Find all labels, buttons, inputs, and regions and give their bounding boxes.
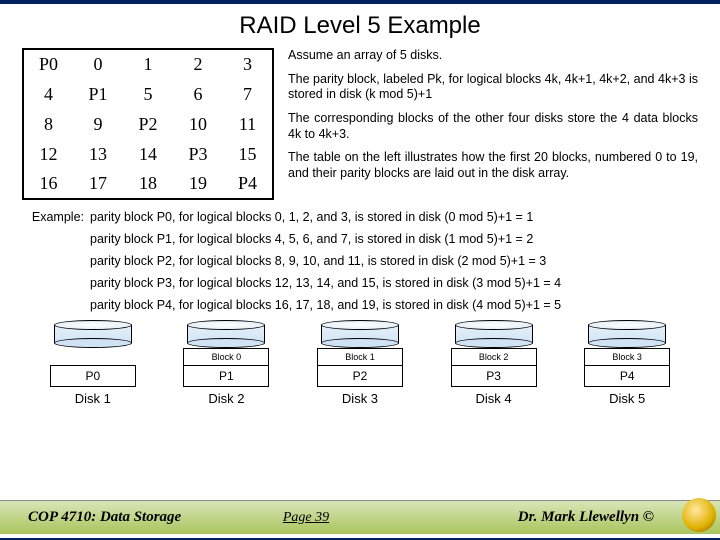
parity-box: P1 xyxy=(183,365,269,387)
parity-box: P3 xyxy=(451,365,537,387)
disk-column: Block 2 P3 Disk 4 xyxy=(451,320,537,406)
cell: 0 xyxy=(73,49,123,79)
disk-label: Disk 3 xyxy=(342,391,378,406)
cell: P3 xyxy=(173,139,223,169)
example-line: parity block P1, for logical blocks 4, 5… xyxy=(90,232,698,246)
example-line: parity block P4, for logical blocks 16, … xyxy=(90,298,698,312)
footer-page: Page 39 xyxy=(283,510,329,526)
cell: 14 xyxy=(123,139,173,169)
block-box: Block 1 xyxy=(317,348,403,366)
block-box: Block 2 xyxy=(451,348,537,366)
parity-box: P0 xyxy=(50,365,136,387)
cylinder-icon xyxy=(54,320,132,348)
cell: 17 xyxy=(73,169,123,199)
parity-box: P4 xyxy=(584,365,670,387)
desc-p3: The corresponding blocks of the other fo… xyxy=(288,111,698,142)
ucf-logo-icon xyxy=(682,498,716,532)
example-line: parity block P3, for logical blocks 12, … xyxy=(90,276,698,290)
cell: 3 xyxy=(223,49,273,79)
cylinder-icon xyxy=(321,320,399,348)
block-box: Block 0 xyxy=(183,348,269,366)
cell: 2 xyxy=(173,49,223,79)
parity-box: P2 xyxy=(317,365,403,387)
example-line: parity block P2, for logical blocks 8, 9… xyxy=(90,254,698,268)
example-line: parity block P0, for logical blocks 0, 1… xyxy=(90,210,698,224)
description-block: Assume an array of 5 disks. The parity b… xyxy=(288,48,698,200)
cell: 4 xyxy=(23,79,73,109)
cell: 6 xyxy=(173,79,223,109)
cell: 11 xyxy=(223,109,273,139)
cell: 8 xyxy=(23,109,73,139)
disk-column: P0 Disk 1 xyxy=(50,320,136,406)
slide-title: RAID Level 5 Example xyxy=(0,4,720,40)
disk-label: Disk 5 xyxy=(609,391,645,406)
desc-p2: The parity block, labeled Pk, for logica… xyxy=(288,72,698,103)
cell: 12 xyxy=(23,139,73,169)
disk-label: Disk 2 xyxy=(208,391,244,406)
cell: P4 xyxy=(223,169,273,199)
slide: RAID Level 5 Example P0 0 1 2 3 4 P1 5 6… xyxy=(0,0,720,540)
cell: 1 xyxy=(123,49,173,79)
disk-diagram: P0 Disk 1 Block 0 P1 Disk 2 Block 1 P2 D… xyxy=(22,320,698,406)
upper-row: P0 0 1 2 3 4 P1 5 6 7 8 9 P2 10 xyxy=(22,48,698,200)
cell: 19 xyxy=(173,169,223,199)
content-area: P0 0 1 2 3 4 P1 5 6 7 8 9 P2 10 xyxy=(0,40,720,406)
cell: P2 xyxy=(123,109,173,139)
desc-p1: Assume an array of 5 disks. xyxy=(288,48,698,64)
example-block: Example: parity block P0, for logical bl… xyxy=(22,210,698,312)
cylinder-icon xyxy=(455,320,533,348)
example-label: Example: xyxy=(22,210,90,224)
raid-layout-table: P0 0 1 2 3 4 P1 5 6 7 8 9 P2 10 xyxy=(22,48,274,200)
cell: P0 xyxy=(23,49,73,79)
disk-column: Block 0 P1 Disk 2 xyxy=(183,320,269,406)
cell: 5 xyxy=(123,79,173,109)
cell: 16 xyxy=(23,169,73,199)
block-box: Block 3 xyxy=(584,348,670,366)
cell: 15 xyxy=(223,139,273,169)
cell: 18 xyxy=(123,169,173,199)
footer-bar: COP 4710: Data Storage Page 39 Dr. Mark … xyxy=(0,500,720,534)
disk-column: Block 1 P2 Disk 3 xyxy=(317,320,403,406)
desc-p4: The table on the left illustrates how th… xyxy=(288,150,698,181)
cell: 10 xyxy=(173,109,223,139)
footer-course: COP 4710: Data Storage xyxy=(28,509,283,526)
cell: 7 xyxy=(223,79,273,109)
cylinder-icon xyxy=(187,320,265,348)
disk-label: Disk 4 xyxy=(476,391,512,406)
disk-column: Block 3 P4 Disk 5 xyxy=(584,320,670,406)
disk-label: Disk 1 xyxy=(75,391,111,406)
cell: P1 xyxy=(73,79,123,109)
footer-author: Dr. Mark Llewellyn © xyxy=(399,509,692,526)
cell: 9 xyxy=(73,109,123,139)
cell: 13 xyxy=(73,139,123,169)
cylinder-icon xyxy=(588,320,666,348)
